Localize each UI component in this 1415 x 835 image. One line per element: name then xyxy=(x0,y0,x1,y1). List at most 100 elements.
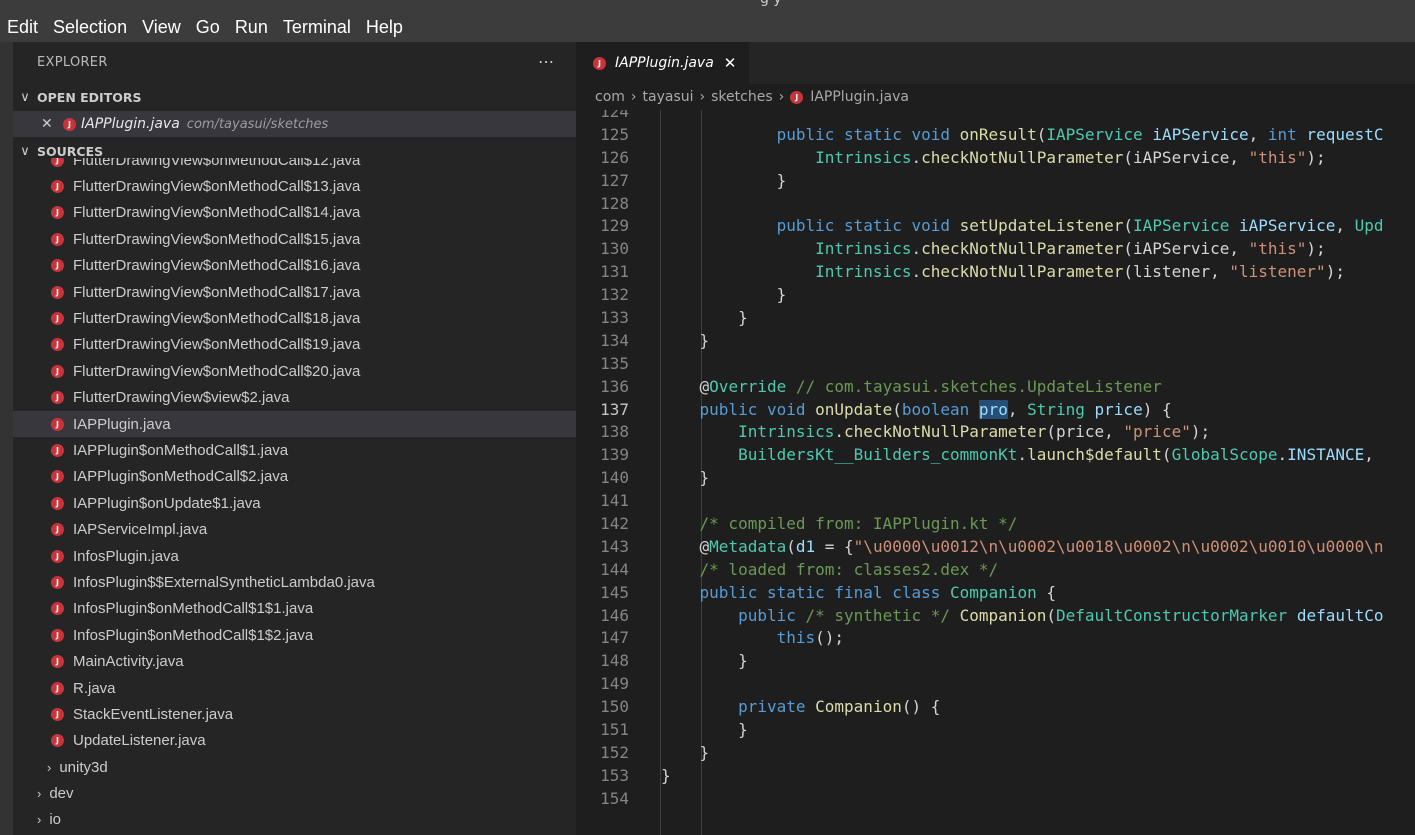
tree-file[interactable]: J FlutterDrawingView$view$2.java xyxy=(13,385,576,411)
tree-file[interactable]: J IAPPlugin$onUpdate$1.java xyxy=(13,490,576,516)
line-number: 128 xyxy=(600,193,629,213)
menu-help[interactable]: Help xyxy=(366,17,403,38)
breadcrumb-item[interactable]: tayasui xyxy=(643,89,694,105)
code-line: 139 BuildersKt__Builders_commonKt.launch… xyxy=(576,443,1415,466)
code-line: 142 /* compiled from: IAPPlugin.kt */ xyxy=(576,512,1415,535)
breadcrumb-item[interactable]: IAPPlugin.java xyxy=(810,89,909,105)
editor-area: J IAPPlugin.java ✕ com › tayasui › sketc… xyxy=(576,42,1415,835)
chevron-right-icon: › xyxy=(47,759,52,775)
line-number: 142 xyxy=(600,513,629,533)
java-file-icon: J xyxy=(51,496,64,510)
tree-file[interactable]: J FlutterDrawingView$onMethodCall$14.java xyxy=(13,200,576,226)
line-number: 152 xyxy=(600,742,629,762)
line-number: 129 xyxy=(600,216,629,236)
tree-file[interactable]: J IAPServiceImpl.java xyxy=(13,516,576,542)
open-editors-section-header[interactable]: ∨ OPEN EDITORS xyxy=(13,86,576,108)
line-number: 133 xyxy=(600,307,629,327)
tree-file[interactable]: J FlutterDrawingView$onMethodCall$15.java xyxy=(13,226,576,252)
java-file-icon: J xyxy=(51,602,64,616)
tree-file[interactable]: J IAPPlugin$onMethodCall$2.java xyxy=(13,464,576,490)
code-line: 151 } xyxy=(576,718,1415,741)
close-icon[interactable]: ✕ xyxy=(41,116,63,132)
java-file-icon: J xyxy=(51,391,64,405)
chevron-down-icon: ∨ xyxy=(20,89,30,105)
tree-file[interactable]: J FlutterDrawingView$onMethodCall$12.java xyxy=(13,158,576,173)
tree-file[interactable]: J InfosPlugin.java xyxy=(13,543,576,569)
code-line: 126 Intrinsics.checkNotNullParameter(iAP… xyxy=(576,146,1415,169)
explorer-header: EXPLORER … xyxy=(13,42,576,82)
tree-file-label: FlutterDrawingView$onMethodCall$19.java xyxy=(73,336,361,354)
tree-file[interactable]: J InfosPlugin$onMethodCall$1$1.java xyxy=(13,596,576,622)
code-line: 135 xyxy=(576,352,1415,375)
breadcrumb-item[interactable]: sketches xyxy=(711,89,772,105)
tree-file-label: InfosPlugin$onMethodCall$1$2.java xyxy=(73,626,314,644)
line-number: 125 xyxy=(600,124,629,144)
tree-file-label: InfosPlugin.java xyxy=(73,547,179,565)
menu-go[interactable]: Go xyxy=(196,17,220,38)
java-file-icon: J xyxy=(51,158,64,167)
tab-iapplugin[interactable]: J IAPPlugin.java ✕ xyxy=(576,42,749,84)
tree-file[interactable]: J FlutterDrawingView$onMethodCall$13.java xyxy=(13,173,576,199)
tree-file[interactable]: J InfosPlugin$$ExternalSyntheticLambda0.j… xyxy=(13,569,576,595)
tree-file[interactable]: J StackEventListener.java xyxy=(13,701,576,727)
tree-file[interactable]: J FlutterDrawingView$onMethodCall$20.java xyxy=(13,358,576,384)
title-bar: g y xyxy=(0,0,1415,12)
tree-file[interactable]: J MainActivity.java xyxy=(13,648,576,674)
tree-file[interactable]: J FlutterDrawingView$onMethodCall$16.java xyxy=(13,253,576,279)
tree-file[interactable]: J FlutterDrawingView$onMethodCall$17.java xyxy=(13,279,576,305)
more-actions-icon[interactable]: … xyxy=(538,48,554,67)
tree-file-label: FlutterDrawingView$view$2.java xyxy=(73,389,290,407)
code-line: 154 xyxy=(576,787,1415,810)
tree-file[interactable]: J UpdateListener.java xyxy=(13,728,576,754)
breadcrumb: com › tayasui › sketches › J IAPPlugin.j… xyxy=(576,84,1415,110)
window-title: g y xyxy=(760,0,782,7)
tree-file[interactable]: J FlutterDrawingView$onMethodCall$18.java xyxy=(13,305,576,331)
chevron-down-icon: ∨ xyxy=(20,143,30,159)
line-number: 141 xyxy=(600,491,629,511)
tree-file[interactable]: J InfosPlugin$onMethodCall$1$2.java xyxy=(13,622,576,648)
line-number: 140 xyxy=(600,468,629,488)
tree-file-label: FlutterDrawingView$onMethodCall$20.java xyxy=(73,362,361,380)
code-line: 127 } xyxy=(576,169,1415,192)
line-number: 136 xyxy=(600,376,629,396)
menu-run[interactable]: Run xyxy=(235,17,268,38)
tree-folder-unity3d[interactable]: › unity3d xyxy=(13,754,576,780)
tree-file[interactable]: J IAPPlugin$onMethodCall$1.java xyxy=(13,437,576,463)
tab-bar: J IAPPlugin.java ✕ xyxy=(576,42,1415,84)
code-line-current: 137 public void onUpdate(boolean pro, St… xyxy=(576,398,1415,421)
open-editor-item[interactable]: ✕ J IAPPlugin.java com/tayasui/sketches xyxy=(13,111,576,137)
code-line: 132 } xyxy=(576,283,1415,306)
line-number: 131 xyxy=(600,262,629,282)
line-number: 139 xyxy=(600,445,629,465)
tree-file-label: UpdateListener.java xyxy=(73,732,206,750)
code-line: 145 public static final class Companion … xyxy=(576,581,1415,604)
code-line: 124 xyxy=(576,110,1415,123)
tree-file-selected[interactable]: J IAPPlugin.java xyxy=(13,410,576,438)
code-line: 143 @Metadata(d1 = {"\u0000\u0012\n\u000… xyxy=(576,535,1415,558)
close-icon[interactable]: ✕ xyxy=(724,54,737,72)
java-file-icon: J xyxy=(51,259,64,273)
menu-view[interactable]: View xyxy=(142,17,181,38)
line-number: 130 xyxy=(600,239,629,259)
java-file-icon: J xyxy=(51,364,64,378)
tree-file[interactable]: J R.java xyxy=(13,675,576,701)
tree-file-label: IAPPlugin$onUpdate$1.java xyxy=(73,494,261,512)
open-editors-label: OPEN EDITORS xyxy=(37,89,142,105)
breadcrumb-item[interactable]: com xyxy=(595,89,625,105)
line-number: 135 xyxy=(600,353,629,373)
tree-file-label: FlutterDrawingView$onMethodCall$15.java xyxy=(73,230,361,248)
line-number: 148 xyxy=(600,651,629,671)
menu-selection[interactable]: Selection xyxy=(53,17,127,38)
code-line: 141 xyxy=(576,489,1415,512)
tree-folder-dev[interactable]: › dev xyxy=(13,780,576,806)
code-editor[interactable]: 124 125 public static void onResult(IAPS… xyxy=(576,110,1415,835)
menu-edit[interactable]: Edit xyxy=(7,17,38,38)
menu-terminal[interactable]: Terminal xyxy=(283,17,351,38)
tree-file-label: FlutterDrawingView$onMethodCall$17.java xyxy=(73,283,361,301)
code-line: 149 xyxy=(576,672,1415,695)
chevron-right-icon: › xyxy=(778,89,785,105)
tree-file-label: R.java xyxy=(73,679,116,697)
tree-file[interactable]: J FlutterDrawingView$onMethodCall$19.java xyxy=(13,332,576,358)
tab-label: IAPPlugin.java xyxy=(615,55,714,71)
tree-folder-io[interactable]: › io xyxy=(13,807,576,833)
